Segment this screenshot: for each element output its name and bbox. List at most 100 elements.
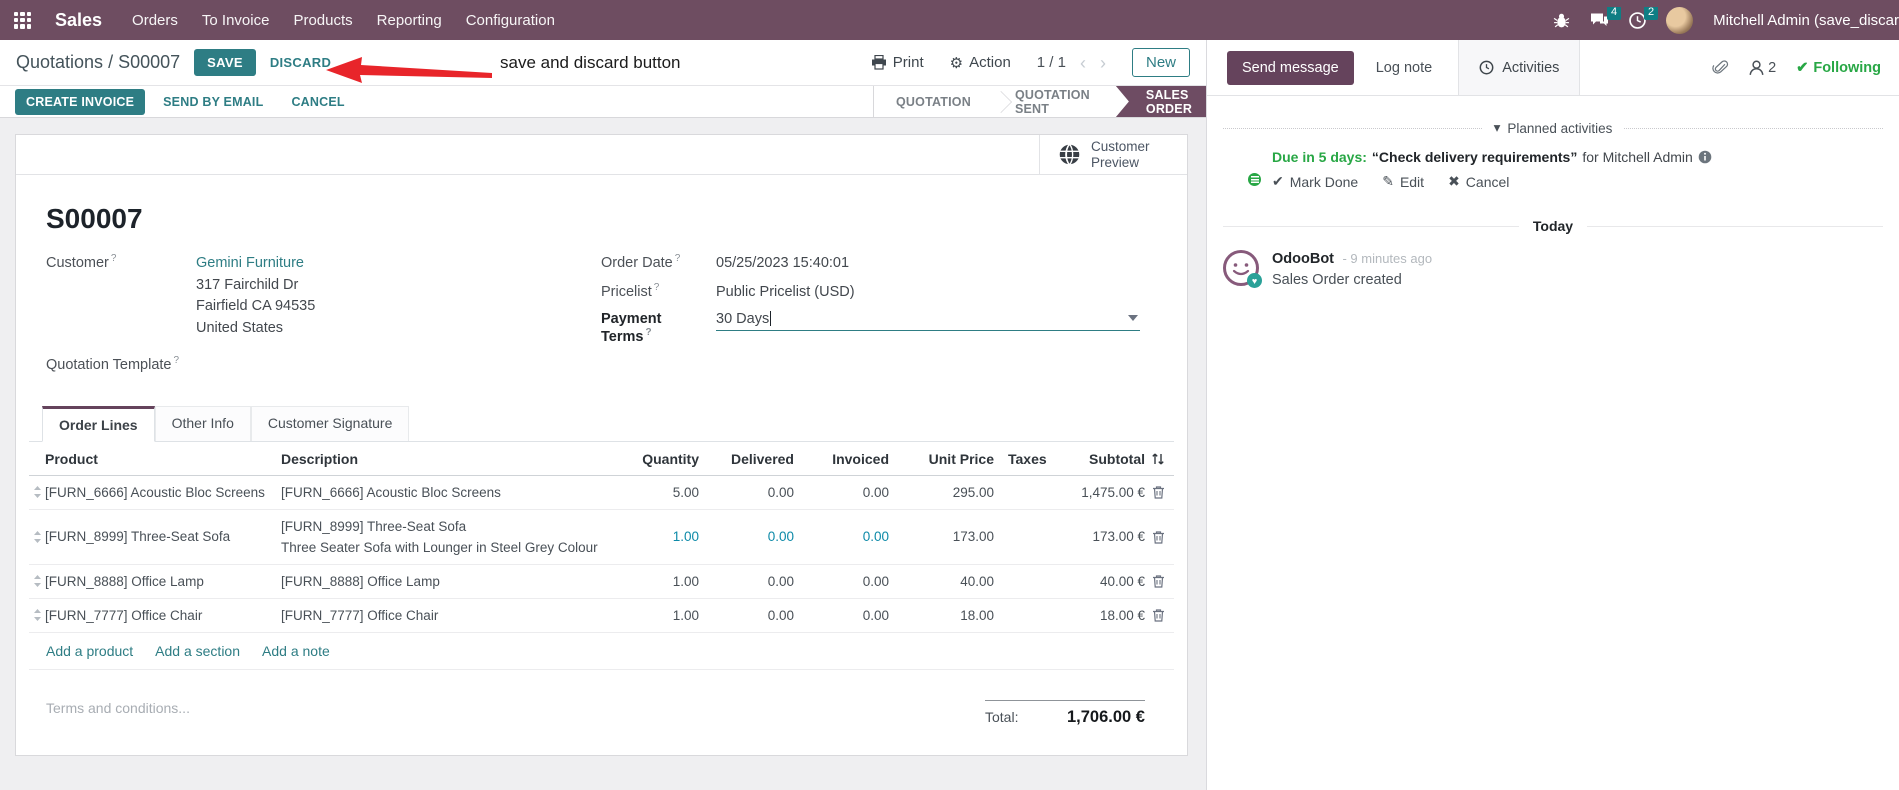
discard-button[interactable]: DISCARD xyxy=(270,55,331,70)
mark-done-button[interactable]: ✔ Mark Done xyxy=(1272,173,1358,190)
print-button[interactable]: Print xyxy=(871,54,924,71)
attachments-button[interactable] xyxy=(1712,59,1729,77)
debug-bug-icon[interactable] xyxy=(1553,12,1570,29)
cell-description[interactable]: [FURN_8999] Three-Seat Sofa Three Seater … xyxy=(281,519,611,555)
cell-invoiced[interactable]: 0.00 xyxy=(794,529,889,544)
cell-unit-price[interactable]: 173.00 xyxy=(889,529,994,544)
cell-quantity[interactable]: 1.00 xyxy=(611,574,699,589)
pricelist-value[interactable]: Public Pricelist (USD) xyxy=(716,284,855,300)
cell-description[interactable]: [FURN_6666] Acoustic Bloc Screens xyxy=(281,485,611,500)
drag-handle-icon[interactable] xyxy=(29,486,45,499)
menu-reporting[interactable]: Reporting xyxy=(377,12,442,29)
cell-delivered[interactable]: 0.00 xyxy=(699,485,794,500)
user-name[interactable]: Mitchell Admin (save_discar xyxy=(1713,12,1899,29)
tab-order-lines[interactable]: Order Lines xyxy=(42,405,155,442)
cell-description[interactable]: [FURN_7777] Office Chair xyxy=(281,608,611,623)
status-step-sales-order[interactable]: SALES ORDER xyxy=(1115,86,1215,117)
col-delivered[interactable]: Delivered xyxy=(699,451,794,467)
col-quantity[interactable]: Quantity xyxy=(611,451,699,467)
breadcrumb-parent[interactable]: Quotations xyxy=(16,52,103,72)
log-note-button[interactable]: Log note xyxy=(1362,51,1446,85)
cell-delivered[interactable]: 0.00 xyxy=(699,574,794,589)
quotation-template-label: Quotation Template? xyxy=(46,355,180,373)
user-avatar[interactable] xyxy=(1666,6,1694,34)
cell-subtotal: 40.00 € xyxy=(1099,573,1145,589)
messages-icon[interactable]: 4 xyxy=(1590,6,1622,29)
menu-products[interactable]: Products xyxy=(293,12,352,29)
pager-prev-icon[interactable]: ‹ xyxy=(1080,54,1086,72)
app-name[interactable]: Sales xyxy=(55,10,102,31)
menu-orders[interactable]: Orders xyxy=(132,12,178,29)
pencil-icon: ✎ xyxy=(1382,173,1394,189)
col-unit-price[interactable]: Unit Price xyxy=(889,451,994,467)
cancel-order-button[interactable]: CANCEL xyxy=(281,89,354,115)
print-label: Print xyxy=(892,54,924,71)
create-invoice-button[interactable]: CREATE INVOICE xyxy=(15,88,146,115)
activities-clock-icon[interactable]: 2 xyxy=(1629,6,1659,29)
drag-handle-icon[interactable] xyxy=(29,575,45,588)
cell-product[interactable]: [FURN_8888] Office Lamp xyxy=(45,574,281,589)
info-icon[interactable] xyxy=(1698,150,1712,164)
planned-activities-toggle[interactable]: ▾ Planned activities xyxy=(1494,120,1613,136)
order-date-value[interactable]: 05/25/2023 15:40:01 xyxy=(716,255,849,271)
order-total: Total: 1,706.00 € xyxy=(985,699,1145,727)
drag-handle-icon[interactable] xyxy=(29,530,45,543)
delete-row-icon[interactable] xyxy=(1145,574,1171,588)
save-button[interactable]: SAVE xyxy=(194,49,256,76)
cell-unit-price[interactable]: 295.00 xyxy=(889,485,994,500)
menu-configuration[interactable]: Configuration xyxy=(466,12,555,29)
cell-invoiced[interactable]: 0.00 xyxy=(794,608,889,623)
cell-invoiced[interactable]: 0.00 xyxy=(794,485,889,500)
action-button[interactable]: ⚙ Action xyxy=(950,54,1011,72)
edit-activity-button[interactable]: ✎ Edit xyxy=(1382,173,1424,190)
cell-product[interactable]: [FURN_6666] Acoustic Bloc Screens xyxy=(45,485,281,500)
delete-row-icon[interactable] xyxy=(1145,608,1171,622)
col-subtotal[interactable]: Subtotal xyxy=(1069,451,1145,467)
breadcrumb[interactable]: Quotations / S00007 xyxy=(16,52,180,73)
dropdown-caret-icon[interactable] xyxy=(1128,314,1138,321)
payment-terms-input[interactable]: 30 Days xyxy=(716,311,1140,331)
customer-link[interactable]: Gemini Furniture xyxy=(196,253,315,275)
add-product-link[interactable]: Add a product xyxy=(46,643,133,659)
customer-preview-button[interactable]: Customer Preview xyxy=(1039,135,1187,174)
tab-customer-signature[interactable]: Customer Signature xyxy=(250,405,410,441)
menu-to-invoice[interactable]: To Invoice xyxy=(202,12,270,29)
add-note-link[interactable]: Add a note xyxy=(262,643,330,659)
cell-quantity[interactable]: 1.00 xyxy=(611,529,699,544)
cell-product[interactable]: [FURN_7777] Office Chair xyxy=(45,608,281,623)
cell-unit-price[interactable]: 18.00 xyxy=(889,608,994,623)
drag-handle-icon[interactable] xyxy=(29,609,45,622)
send-by-email-button[interactable]: SEND BY EMAIL xyxy=(153,89,273,115)
optional-columns-icon[interactable] xyxy=(1145,452,1171,466)
cell-description[interactable]: [FURN_8888] Office Lamp xyxy=(281,574,611,589)
following-button[interactable]: ✔ Following xyxy=(1796,60,1881,76)
col-invoiced[interactable]: Invoiced xyxy=(794,451,889,467)
cancel-activity-button[interactable]: ✖ Cancel xyxy=(1448,173,1509,190)
terms-and-conditions-input[interactable]: Terms and conditions... xyxy=(46,700,190,727)
quotation-template-field[interactable]: Quotation Template? xyxy=(46,355,601,373)
schedule-activity-button[interactable]: Activities xyxy=(1458,40,1581,95)
customer-value: Gemini Furniture 317 Fairchild Dr Fairfi… xyxy=(196,253,315,339)
send-message-button[interactable]: Send message xyxy=(1227,50,1354,85)
new-button[interactable]: New xyxy=(1131,48,1190,77)
cell-product[interactable]: [FURN_8999] Three-Seat Sofa xyxy=(45,529,281,544)
delete-row-icon[interactable] xyxy=(1145,530,1171,544)
col-product[interactable]: Product xyxy=(45,451,281,467)
apps-grid-icon[interactable] xyxy=(14,11,31,29)
col-taxes[interactable]: Taxes xyxy=(994,451,1069,467)
add-section-link[interactable]: Add a section xyxy=(155,643,240,659)
col-description[interactable]: Description xyxy=(281,451,611,467)
divider-line xyxy=(1223,225,1519,227)
cell-invoiced[interactable]: 0.00 xyxy=(794,574,889,589)
followers-button[interactable]: 2 xyxy=(1749,60,1776,76)
cell-unit-price[interactable]: 40.00 xyxy=(889,574,994,589)
status-step-quotation[interactable]: QUOTATION xyxy=(874,86,993,117)
cell-quantity[interactable]: 1.00 xyxy=(611,608,699,623)
pager-next-icon[interactable]: › xyxy=(1100,54,1106,72)
delete-row-icon[interactable] xyxy=(1145,485,1171,499)
chatter-feed: ▾ Planned activities Due in 5 days: “Che… xyxy=(1207,120,1899,288)
tab-other-info[interactable]: Other Info xyxy=(154,405,251,441)
cell-quantity[interactable]: 5.00 xyxy=(611,485,699,500)
cell-delivered[interactable]: 0.00 xyxy=(699,608,794,623)
cell-delivered[interactable]: 0.00 xyxy=(699,529,794,544)
